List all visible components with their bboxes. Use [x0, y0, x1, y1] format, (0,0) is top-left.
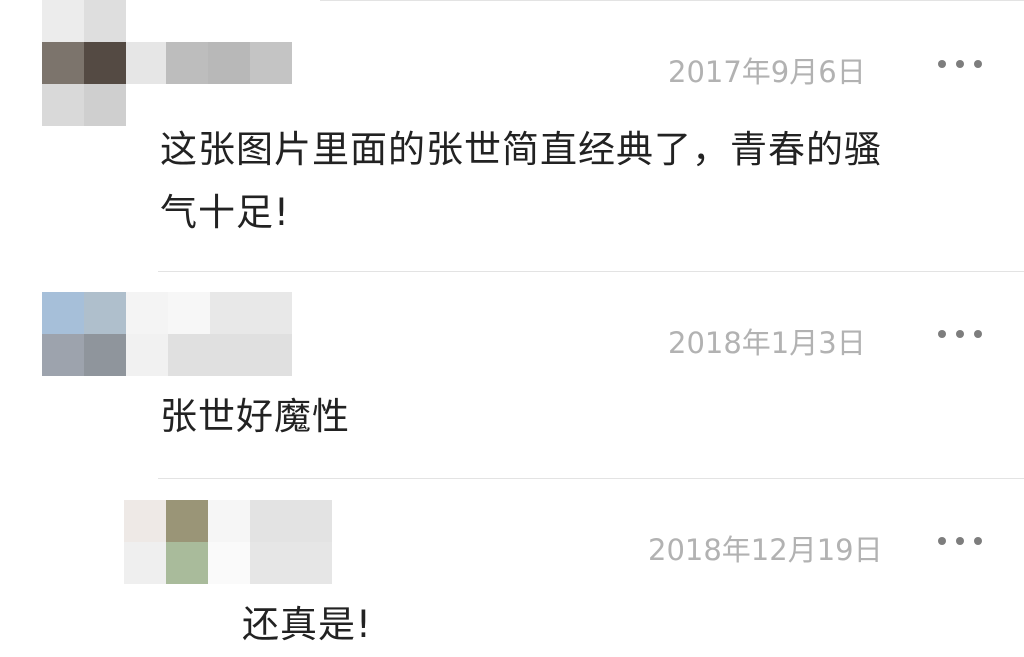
comment-1-user-block[interactable] — [0, 0, 300, 128]
avatar-2[interactable] — [42, 292, 126, 376]
comment-1-more-icon[interactable] — [938, 57, 982, 71]
reply-1-date: 2018年12月19日 — [648, 533, 883, 567]
comment-2-date: 2018年1月3日 — [668, 326, 866, 360]
comment-1-text-line2: 气十足! — [160, 191, 290, 234]
comment-2-more-icon[interactable] — [938, 327, 982, 341]
comment-1-date: 2017年9月6日 — [668, 55, 866, 89]
username-2-blurred[interactable] — [126, 292, 292, 376]
username-3-blurred[interactable] — [208, 500, 332, 584]
avatar-3[interactable] — [124, 500, 208, 584]
divider-1 — [158, 271, 1024, 272]
reply-1-text: 还真是! — [242, 603, 372, 646]
reply-1-more-icon[interactable] — [938, 534, 982, 548]
comment-1-text-line1: 这张图片里面的张世简直经典了，青春的骚 — [160, 128, 882, 171]
avatar-1[interactable] — [42, 0, 126, 128]
divider-2 — [158, 478, 1024, 479]
reply-1-user-block[interactable] — [124, 500, 336, 584]
comment-2-user-block[interactable] — [0, 292, 300, 376]
comment-2-text: 张世好魔性 — [160, 395, 350, 438]
top-divider — [320, 0, 1024, 1]
username-1-blurred[interactable] — [126, 42, 292, 84]
